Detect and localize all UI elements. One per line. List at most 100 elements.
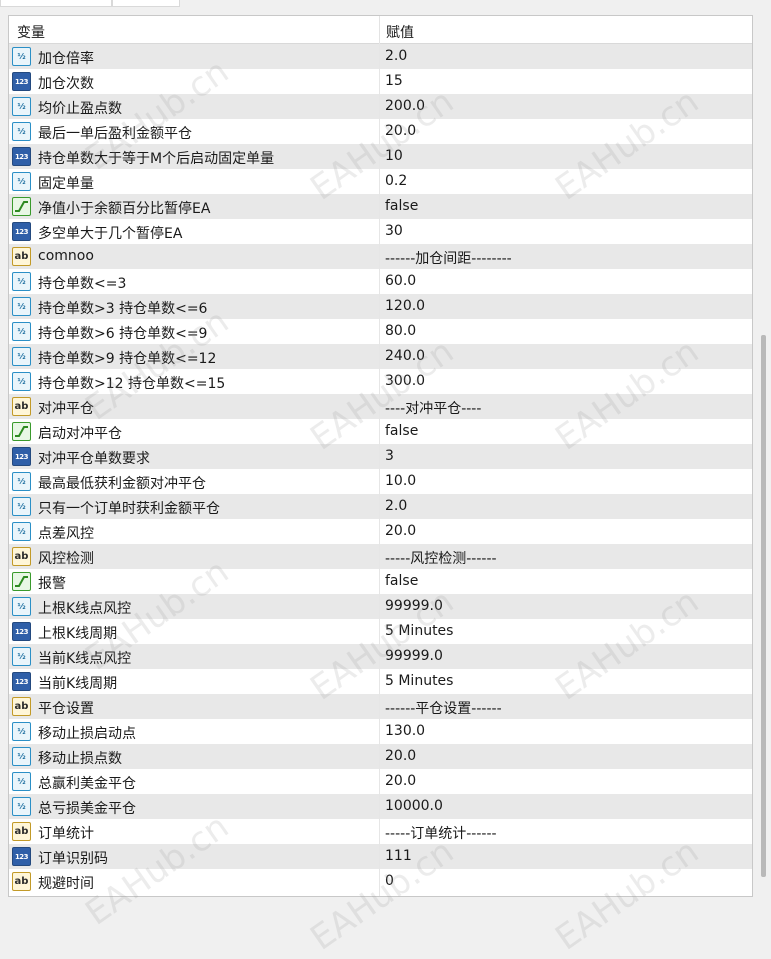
table-row[interactable]: 启动对冲平仓 false bbox=[9, 419, 752, 444]
table-row[interactable]: ½ 总赢利美金平仓 20.0 bbox=[9, 769, 752, 794]
table-row[interactable]: ½ 最后一单后盈利金额平仓 20.0 bbox=[9, 119, 752, 144]
table-row[interactable]: 123 当前K线周期 5 Minutes bbox=[9, 669, 752, 694]
variable-value[interactable]: 120.0 bbox=[385, 298, 425, 314]
header-separator bbox=[379, 16, 380, 43]
table-row[interactable]: ½ 加仓倍率 2.0 bbox=[9, 44, 752, 69]
table-row[interactable]: ab 订单统计 -----订单统计------ bbox=[9, 819, 752, 844]
scrollbar-thumb[interactable] bbox=[761, 335, 766, 877]
table-row[interactable]: ½ 上根K线点风控 99999.0 bbox=[9, 594, 752, 619]
variable-value[interactable]: 5 Minutes bbox=[385, 623, 453, 639]
fraction-icon: ½ bbox=[12, 122, 31, 141]
table-row[interactable]: ab 平仓设置 ------平仓设置------ bbox=[9, 694, 752, 719]
table-row[interactable]: ½ 移动止损点数 20.0 bbox=[9, 744, 752, 769]
table-row[interactable]: 123 多空单大于几个暂停EA 30 bbox=[9, 219, 752, 244]
table-row[interactable]: ab comnoo ------加仓间距-------- bbox=[9, 244, 752, 269]
table-row[interactable]: ½ 最高最低获利金额对冲平仓 10.0 bbox=[9, 469, 752, 494]
table-row[interactable]: ½ 只有一个订单时获利金额平仓 2.0 bbox=[9, 494, 752, 519]
string-icon: ab bbox=[12, 247, 31, 266]
table-row[interactable]: ½ 持仓单数>6 持仓单数<=9 80.0 bbox=[9, 319, 752, 344]
variable-value[interactable]: 15 bbox=[385, 73, 403, 89]
fraction-icon: ½ bbox=[12, 472, 31, 491]
tab-left[interactable] bbox=[0, 0, 112, 7]
variable-value[interactable]: false bbox=[385, 573, 418, 589]
variable-value[interactable]: 99999.0 bbox=[385, 648, 443, 664]
table-row[interactable]: 净值小于余额百分比暂停EA false bbox=[9, 194, 752, 219]
table-row[interactable]: 报警 false bbox=[9, 569, 752, 594]
header-variable[interactable]: 变量 bbox=[17, 22, 45, 42]
variable-value[interactable]: 0.2 bbox=[385, 173, 407, 189]
variable-name: 移动止损点数 bbox=[38, 751, 122, 767]
table-row[interactable]: ½ 均价止盈点数 200.0 bbox=[9, 94, 752, 119]
table-row[interactable]: ½ 移动止损启动点 130.0 bbox=[9, 719, 752, 744]
variable-value[interactable]: 99999.0 bbox=[385, 598, 443, 614]
variable-name: 报警 bbox=[38, 576, 66, 592]
variable-value[interactable]: 2.0 bbox=[385, 498, 407, 514]
variable-value[interactable]: 80.0 bbox=[385, 323, 416, 339]
tab-strip bbox=[0, 0, 771, 8]
variable-value[interactable]: 10.0 bbox=[385, 473, 416, 489]
variable-value[interactable]: 20.0 bbox=[385, 523, 416, 539]
table-row[interactable]: ½ 固定单量 0.2 bbox=[9, 169, 752, 194]
fraction-icon: ½ bbox=[12, 97, 31, 116]
variable-name: 上根K线点风控 bbox=[38, 601, 132, 617]
tab-right[interactable] bbox=[112, 0, 180, 7]
variable-value[interactable]: false bbox=[385, 198, 418, 214]
fraction-icon: ½ bbox=[12, 497, 31, 516]
table-row[interactable]: ½ 持仓单数>12 持仓单数<=15 300.0 bbox=[9, 369, 752, 394]
fraction-icon: ½ bbox=[12, 772, 31, 791]
variable-value[interactable]: 240.0 bbox=[385, 348, 425, 364]
variable-value[interactable]: 20.0 bbox=[385, 748, 416, 764]
variable-value[interactable]: 300.0 bbox=[385, 373, 425, 389]
table-row[interactable]: ½ 总亏损美金平仓 10000.0 bbox=[9, 794, 752, 819]
table-row[interactable]: ½ 持仓单数>9 持仓单数<=12 240.0 bbox=[9, 344, 752, 369]
table-row[interactable]: ½ 持仓单数>3 持仓单数<=6 120.0 bbox=[9, 294, 752, 319]
variable-value[interactable]: 2.0 bbox=[385, 48, 407, 64]
table-row[interactable]: ab 对冲平仓 ----对冲平仓---- bbox=[9, 394, 752, 419]
variable-value[interactable]: -----风控检测------ bbox=[385, 548, 497, 568]
string-icon: ab bbox=[12, 697, 31, 716]
fraction-icon: ½ bbox=[12, 722, 31, 741]
variable-name: 最高最低获利金额对冲平仓 bbox=[38, 476, 206, 492]
variable-value[interactable]: 60.0 bbox=[385, 273, 416, 289]
variable-value[interactable]: 20.0 bbox=[385, 123, 416, 139]
table-row[interactable]: 123 加仓次数 15 bbox=[9, 69, 752, 94]
variable-value[interactable]: -----订单统计------ bbox=[385, 823, 497, 843]
variable-value[interactable]: 3 bbox=[385, 448, 394, 464]
variable-value[interactable]: ------平仓设置------ bbox=[385, 698, 502, 718]
variable-value[interactable]: ------加仓间距-------- bbox=[385, 248, 512, 268]
variable-name: 加仓倍率 bbox=[38, 51, 94, 67]
variable-name: 持仓单数<=3 bbox=[38, 276, 127, 292]
integer-icon: 123 bbox=[12, 847, 31, 866]
table-row[interactable]: 123 订单识别码 111 bbox=[9, 844, 752, 869]
table-row[interactable]: 123 持仓单数大于等于M个后启动固定单量 10 bbox=[9, 144, 752, 169]
table-row[interactable]: ½ 持仓单数<=3 60.0 bbox=[9, 269, 752, 294]
variable-name: comnoo bbox=[38, 248, 94, 264]
table-row[interactable]: ½ 点差风控 20.0 bbox=[9, 519, 752, 544]
table-row[interactable]: ab 风控检测 -----风控检测------ bbox=[9, 544, 752, 569]
variable-value[interactable]: 0 bbox=[385, 873, 394, 889]
variable-value[interactable]: 10000.0 bbox=[385, 798, 443, 814]
table-row[interactable]: ½ 当前K线点风控 99999.0 bbox=[9, 644, 752, 669]
variable-value[interactable]: 10 bbox=[385, 148, 403, 164]
header-value[interactable]: 赋值 bbox=[386, 22, 414, 42]
variable-name: 加仓次数 bbox=[38, 76, 94, 92]
variable-value[interactable]: 111 bbox=[385, 848, 412, 864]
inputs-table: 变量 赋值 ½ 加仓倍率 2.0 123 加仓次数 15 ½ 均价止盈点数 200.0 ½ 最后一单… bbox=[8, 15, 753, 897]
variable-name: 启动对冲平仓 bbox=[38, 426, 122, 442]
table-row[interactable]: 123 对冲平仓单数要求 3 bbox=[9, 444, 752, 469]
integer-icon: 123 bbox=[12, 447, 31, 466]
variable-value[interactable]: 200.0 bbox=[385, 98, 425, 114]
variable-name: 对冲平仓 bbox=[38, 401, 94, 417]
variable-value[interactable]: 5 Minutes bbox=[385, 673, 453, 689]
vertical-scrollbar[interactable] bbox=[756, 15, 771, 895]
variable-value[interactable]: false bbox=[385, 423, 418, 439]
variable-name: 平仓设置 bbox=[38, 701, 94, 717]
variable-value[interactable]: ----对冲平仓---- bbox=[385, 398, 481, 418]
variable-value[interactable]: 20.0 bbox=[385, 773, 416, 789]
integer-icon: 123 bbox=[12, 622, 31, 641]
table-row[interactable]: 123 上根K线周期 5 Minutes bbox=[9, 619, 752, 644]
fraction-icon: ½ bbox=[12, 647, 31, 666]
variable-value[interactable]: 130.0 bbox=[385, 723, 425, 739]
table-row[interactable]: ab 规避时间 0 bbox=[9, 869, 752, 894]
variable-value[interactable]: 30 bbox=[385, 223, 403, 239]
